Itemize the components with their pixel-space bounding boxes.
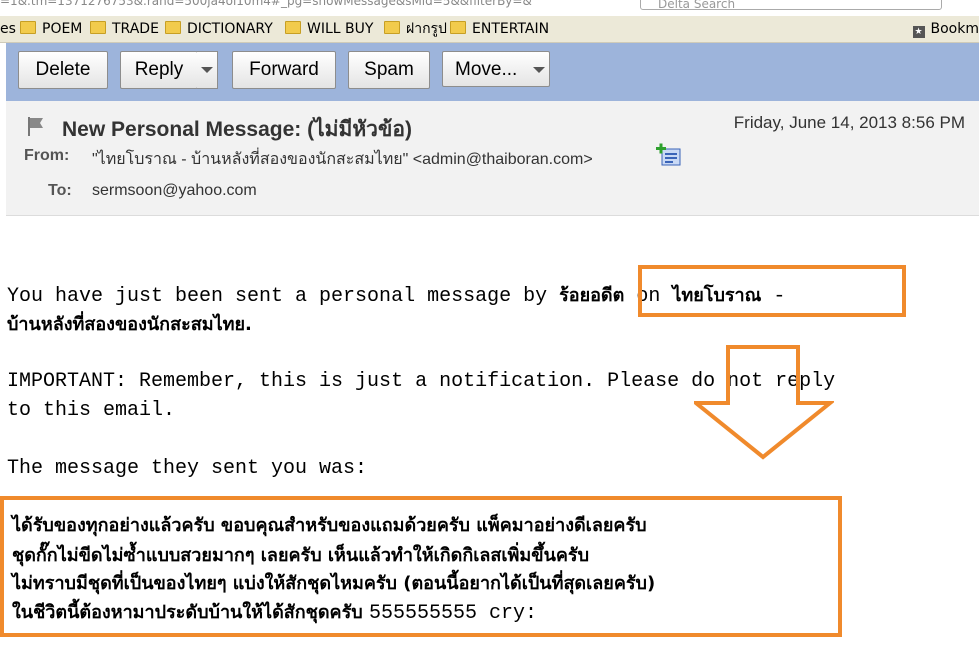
message-header: New Personal Message: (ไม่มีหัวข้อ) Frid…: [6, 101, 979, 216]
folder-icon: [285, 21, 301, 34]
folder-icon: [450, 21, 466, 34]
to-value: sermsoon@yahoo.com: [92, 182, 257, 199]
message-date: Friday, June 14, 2013 8:56 PM: [733, 113, 965, 132]
folder-icon: [90, 21, 106, 34]
chevron-down-icon: [533, 67, 545, 73]
folder-icon: [384, 21, 400, 34]
flag-icon[interactable]: [26, 115, 46, 137]
spam-button[interactable]: Spam: [348, 51, 430, 89]
reply-dropdown[interactable]: [197, 51, 218, 89]
sender-name: ร้อยอดีต: [559, 285, 625, 306]
bookmark-folder-upload[interactable]: ฝากรูป: [384, 21, 447, 37]
body-line-4: to this email.: [7, 399, 176, 422]
highlight-box-sender: [638, 265, 906, 317]
bookmark-folder-trade[interactable]: TRADE: [90, 21, 159, 37]
bookmark-folder-dictionary[interactable]: DICTIONARY: [165, 21, 273, 37]
message-line-2: ชุดกั๊กไม่ขีดไม่ซ้ำแบบสวยมากๆ เลยครับ เห…: [12, 545, 590, 566]
star-icon: ★: [912, 26, 925, 38]
to-label: To:: [48, 182, 72, 199]
folder-icon: [165, 21, 181, 34]
highlight-box-message: ได้รับของทุกอย่างแล้วครับ ขอบคุณสำหรับขอ…: [0, 496, 842, 637]
search-placeholder: Delta Search: [658, 0, 736, 11]
message-line-3: ไม่ทราบมีชุดที่เป็นของไทยๆ แบ่งให้สักชุด…: [12, 573, 656, 594]
message-subject: New Personal Message: (ไม่มีหัวข้อ): [62, 118, 412, 141]
bookmark-item[interactable]: es: [0, 21, 16, 37]
bookmark-folder-poem[interactable]: POEM: [20, 21, 82, 37]
message-line-1: ได้รับของทุกอย่างแล้วครับ ขอบคุณสำหรับขอ…: [12, 515, 647, 536]
delete-button[interactable]: Delete: [18, 51, 108, 89]
chevron-down-icon: [201, 67, 213, 73]
bookmarks-menu[interactable]: ★ Bookm: [912, 21, 979, 38]
from-label: From:: [24, 147, 70, 164]
message-toolbar: Delete Reply Forward Spam Move...: [6, 43, 979, 101]
move-label: Move...: [455, 59, 518, 80]
add-contact-icon[interactable]: [654, 143, 684, 167]
folder-icon: [20, 21, 36, 34]
down-arrow-annotation: [694, 345, 834, 460]
from-value[interactable]: "ไทยโบราณ - บ้านหลังที่สองของนักสะสมไทย"…: [92, 147, 593, 172]
forward-button[interactable]: Forward: [232, 51, 336, 89]
bookmarks-bar: es POEM TRADE DICTIONARY WILL BUY ฝากรูป…: [0, 16, 979, 43]
url-text: =1&.tm=1371276753&.rand=500ja4oi10m4#_pg…: [0, 0, 532, 8]
move-button[interactable]: Move...: [442, 51, 550, 87]
message-line-4: ในชีวิตนี้ต้องหามาประดับบ้านให้ได้สักชุด…: [12, 602, 537, 625]
reply-button[interactable]: Reply: [120, 51, 198, 89]
bookmark-folder-will-buy[interactable]: WILL BUY: [285, 21, 373, 37]
body-line-5: The message they sent you was:: [7, 457, 368, 480]
body-line-2: บ้านหลังที่สองของนักสะสมไทย.: [7, 314, 252, 335]
bookmark-folder-entertain[interactable]: ENTERTAIN: [450, 21, 549, 37]
